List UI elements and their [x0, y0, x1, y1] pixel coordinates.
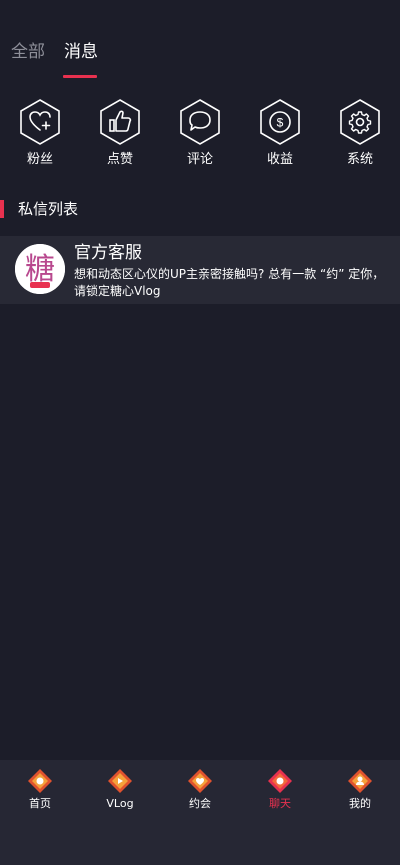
top-tabs: 全部 消息 — [0, 0, 400, 80]
message-sender-name: 官方客服 — [74, 243, 142, 263]
section-title: 私信列表 — [18, 200, 79, 218]
home-icon — [28, 769, 52, 793]
thumbs-up-icon — [100, 99, 140, 145]
tab-messages[interactable]: 消息 — [64, 40, 98, 64]
avatar: 糖 — [15, 244, 65, 294]
heart-plus-icon — [20, 99, 60, 145]
section-accent-bar — [0, 200, 4, 218]
quick-action-comments[interactable]: 评论 — [170, 98, 230, 174]
chat-icon — [268, 769, 292, 793]
quick-action-earnings[interactable]: $ 收益 — [250, 98, 310, 174]
message-list-item[interactable]: 糖 官方客服 想和动态区心仪的UP主亲密接触吗? 总有一款 “约” 定你，请锁定… — [0, 236, 400, 304]
quick-action-label: 系统 — [346, 152, 373, 167]
brand-logo-icon: 糖 — [15, 244, 65, 294]
message-preview: 想和动态区心仪的UP主亲密接触吗? 总有一款 “约” 定你，请锁定糖心Vlog — [74, 267, 385, 298]
nav-chat[interactable]: 聊天 — [250, 768, 310, 818]
nav-label: 首页 — [29, 797, 51, 810]
gear-icon — [340, 99, 380, 145]
svg-text:$: $ — [277, 116, 284, 130]
tab-all[interactable]: 全部 — [11, 40, 45, 64]
quick-action-label: 评论 — [186, 152, 213, 167]
quick-action-label: 点赞 — [106, 152, 133, 167]
nav-dating[interactable]: 约会 — [170, 768, 230, 818]
nav-home[interactable]: 首页 — [10, 768, 70, 818]
active-tab-indicator — [63, 75, 97, 78]
nav-label: VLog — [106, 797, 134, 810]
vlog-icon — [108, 769, 132, 793]
quick-action-label: 粉丝 — [26, 152, 53, 167]
section-header: 私信列表 — [0, 199, 400, 219]
nav-label: 约会 — [189, 797, 211, 810]
quick-actions: 粉丝 点赞 评论 $ 收益 系统 — [0, 98, 400, 178]
nav-profile[interactable]: 我的 — [330, 768, 390, 818]
dating-icon — [188, 769, 212, 793]
dollar-icon: $ — [260, 99, 300, 145]
quick-action-fans[interactable]: 粉丝 — [10, 98, 70, 174]
nav-label: 聊天 — [269, 797, 291, 810]
nav-vlog[interactable]: VLog — [90, 768, 150, 818]
comment-icon — [180, 99, 220, 145]
svg-text:糖: 糖 — [25, 252, 55, 287]
quick-action-system[interactable]: 系统 — [330, 98, 390, 174]
nav-label: 我的 — [349, 797, 371, 810]
bottom-nav: 首页 VLog 约会 聊天 我的 — [0, 760, 400, 865]
quick-action-likes[interactable]: 点赞 — [90, 98, 150, 174]
quick-action-label: 收益 — [266, 152, 293, 167]
profile-icon — [348, 769, 372, 793]
